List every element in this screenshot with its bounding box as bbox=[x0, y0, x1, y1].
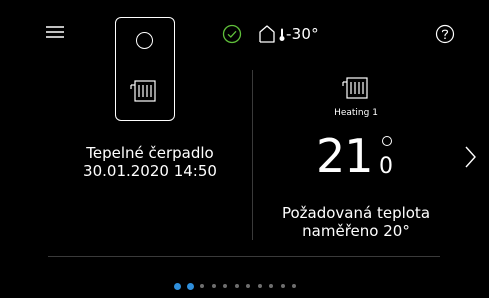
page-dot[interactable] bbox=[269, 284, 273, 288]
page-dot[interactable] bbox=[280, 284, 285, 288]
page-dot[interactable] bbox=[187, 282, 194, 290]
page-indicator bbox=[174, 282, 304, 290]
page-dot[interactable] bbox=[246, 284, 250, 288]
radiator-icon bbox=[341, 77, 371, 99]
hamburger-menu-icon bbox=[46, 26, 64, 38]
menu-button[interactable] bbox=[44, 21, 68, 45]
bottom-divider bbox=[48, 256, 440, 257]
check-circle-icon bbox=[222, 24, 242, 44]
outdoor-temperature[interactable]: -30° bbox=[258, 22, 319, 46]
page-dot[interactable] bbox=[174, 282, 181, 290]
degree-symbol bbox=[382, 136, 392, 146]
system-status-indicator[interactable] bbox=[222, 24, 242, 44]
chevron-right-icon bbox=[465, 146, 476, 168]
next-page-button[interactable] bbox=[460, 144, 480, 170]
setpoint-integer: 21 bbox=[316, 129, 374, 183]
page-dot[interactable] bbox=[200, 284, 204, 288]
heat-pump-radiator-icon bbox=[129, 80, 159, 102]
page-dot[interactable] bbox=[257, 284, 262, 288]
setpoint-label: Požadovaná teplota bbox=[281, 204, 431, 222]
setpoint-decimal: 0 bbox=[379, 154, 393, 179]
heating-circuit-name: Heating 1 bbox=[334, 108, 378, 118]
help-button[interactable] bbox=[435, 24, 455, 44]
question-circle-icon bbox=[435, 24, 455, 44]
outdoor-temperature-value: -30° bbox=[286, 25, 319, 43]
house-icon bbox=[259, 25, 275, 43]
page-dot[interactable] bbox=[234, 284, 239, 288]
measured-temperature: naměřeno 20° bbox=[302, 222, 410, 240]
main-screen: -30° Tepelné čerpadlo 30.01.2020 14:50 H… bbox=[0, 0, 489, 298]
page-dot[interactable] bbox=[223, 284, 227, 288]
page-dot[interactable] bbox=[211, 284, 216, 288]
page-dot[interactable] bbox=[292, 284, 296, 288]
thermometer-icon bbox=[279, 28, 285, 41]
heat-pump-fan-icon bbox=[136, 32, 153, 49]
